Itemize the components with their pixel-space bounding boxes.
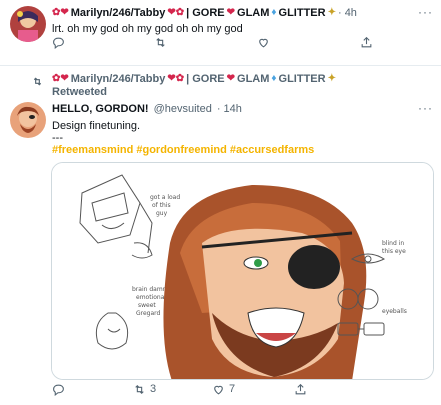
heart-icon: ❤✿ — [167, 7, 185, 18]
tweet-2[interactable]: ✿❤ Marilyn/246/Tabby ❤✿ | GORE ❤ GLAM ♦ … — [0, 66, 441, 405]
tweet-2-header: HELLO, GORDON! @hevsuited · 14h — [52, 103, 242, 115]
retweeter-tag-glitter: GLITTER — [278, 73, 326, 85]
svg-text:emotional: emotional — [136, 294, 166, 301]
like-button[interactable] — [257, 36, 270, 49]
more-options-button[interactable]: ··· — [418, 5, 433, 19]
gem-icon: ♦ — [271, 7, 277, 18]
author-name[interactable]: HELLO, GORDON! — [52, 103, 149, 115]
retweeter-header: ✿❤ Marilyn/246/Tabby ❤✿ | GORE ❤ GLAM ♦ … — [52, 73, 336, 85]
retweeter-tag: | GORE — [186, 73, 225, 85]
heart-icon: ❤ — [226, 7, 236, 18]
svg-text:got a load: got a load — [150, 194, 180, 201]
gem-icon: ♦ — [271, 73, 277, 84]
heart-icon: ❤ — [226, 73, 236, 84]
svg-text:guy: guy — [156, 210, 168, 217]
svg-text:of this: of this — [152, 202, 171, 209]
tweet-text: lrt. oh my god oh my god oh oh my god — [52, 23, 243, 35]
heart-icon: ✿❤ — [52, 7, 69, 18]
share-icon — [295, 383, 306, 394]
illustration-image: got a load of this guy brain damn, emoti… — [52, 163, 433, 379]
retweeter-tag-glam: GLAM — [237, 73, 270, 85]
avatar[interactable] — [10, 6, 46, 42]
author-handle[interactable]: @hevsuited — [154, 103, 212, 115]
retweet-button[interactable]: 3 — [133, 383, 156, 396]
name-tag: | GORE — [186, 7, 225, 19]
retweet-icon — [33, 77, 42, 86]
reply-icon — [53, 37, 64, 49]
tweet-text: Design finetuning. — [52, 120, 141, 132]
reply-button[interactable] — [52, 383, 65, 396]
reply-icon — [53, 384, 64, 396]
svg-text:this eye: this eye — [382, 248, 406, 255]
retweeter-name[interactable]: Marilyn/246/Tabby — [71, 73, 166, 85]
reply-button[interactable] — [52, 36, 65, 49]
tweet-media[interactable]: got a load of this guy brain damn, emoti… — [51, 162, 434, 380]
avatar[interactable] — [10, 102, 46, 138]
sparkle-icon: ✦ — [327, 73, 336, 84]
tweet-time[interactable]: · 14h — [217, 103, 242, 115]
tweet-1[interactable]: ✿❤ Marilyn/246/Tabby ❤✿ | GORE ❤ GLAM ♦ … — [0, 0, 441, 66]
name-tag-glitter: GLITTER — [278, 7, 326, 19]
svg-text:eyeballs: eyeballs — [382, 308, 407, 315]
heart-icon — [214, 385, 223, 394]
sparkle-icon: ✦ — [327, 7, 336, 18]
share-icon — [361, 36, 372, 47]
more-options-button[interactable]: ··· — [418, 101, 433, 115]
heart-icon — [259, 38, 268, 47]
retweet-button[interactable] — [154, 36, 167, 49]
heart-icon: ❤✿ — [167, 73, 185, 84]
svg-text:sweet: sweet — [138, 302, 156, 309]
tweet-time[interactable]: · 4h — [338, 7, 357, 19]
like-button[interactable]: 7 — [212, 383, 235, 396]
retweet-icon — [156, 37, 165, 47]
tweet-hashtags[interactable]: #freemansmind #gordonfreemind #accursedf… — [52, 143, 314, 157]
share-button[interactable] — [294, 383, 307, 396]
name-tag-glam: GLAM — [237, 7, 270, 19]
svg-text:Gregard: Gregard — [136, 310, 161, 317]
like-count: 7 — [229, 383, 236, 395]
retweeted-label: Retweeted — [52, 86, 108, 98]
svg-text:blind in: blind in — [382, 240, 404, 247]
svg-text:brain damn,: brain damn, — [132, 286, 168, 293]
tweet-1-header: ✿❤ Marilyn/246/Tabby ❤✿ | GORE ❤ GLAM ♦ … — [52, 7, 357, 19]
retweet-count: 3 — [150, 383, 157, 395]
retweet-icon — [135, 384, 144, 394]
heart-icon: ✿❤ — [52, 73, 69, 84]
share-button[interactable] — [360, 36, 373, 49]
display-name[interactable]: Marilyn/246/Tabby — [71, 7, 166, 19]
